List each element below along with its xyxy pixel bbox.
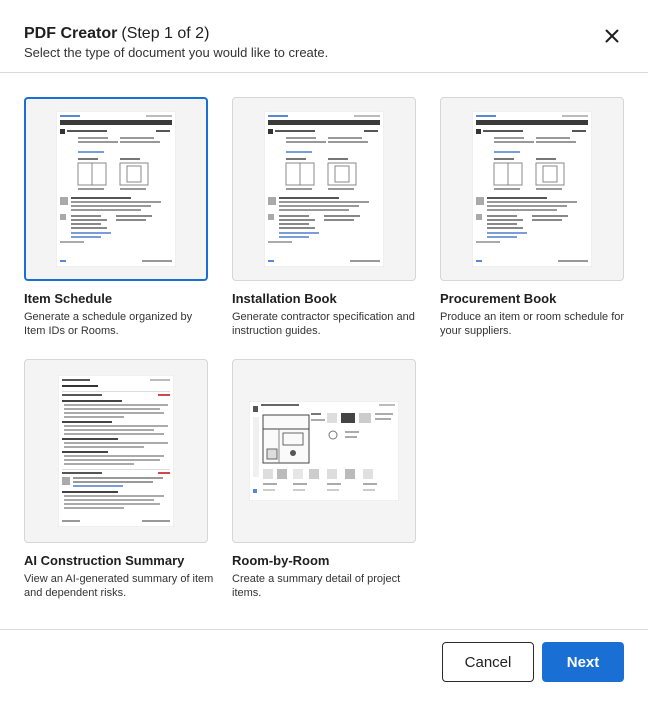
card-description: Create a summary detail of project items…	[232, 573, 401, 599]
room-by-room-thumbnail[interactable]	[232, 359, 416, 543]
dialog-title: PDF Creator (Step 1 of 2)	[24, 24, 209, 44]
card-description: Generate a schedule organized by Item ID…	[24, 311, 193, 337]
document-preview-icon	[56, 111, 176, 267]
card-title: Installation Book	[232, 291, 337, 306]
card-title: Item Schedule	[24, 291, 113, 306]
card-description: View an AI-generated summary of item and…	[24, 573, 214, 599]
dialog-title-text: PDF Creator	[24, 25, 118, 42]
dialog-subtitle: Select the type of document you would li…	[24, 45, 329, 60]
document-preview-icon	[472, 111, 592, 267]
cancel-button[interactable]: Cancel	[442, 642, 534, 682]
card-title: AI Construction Summary	[24, 553, 185, 568]
dialog-footer: Cancel Next	[0, 629, 648, 705]
step-indicator: (Step 1 of 2)	[121, 25, 210, 42]
next-button[interactable]: Next	[542, 642, 624, 682]
card-description: Generate contractor specification and in…	[232, 311, 415, 337]
ai-construction-summary-thumbnail[interactable]	[24, 359, 208, 543]
item-schedule-thumbnail[interactable]	[24, 97, 208, 281]
installation-book-thumbnail[interactable]	[232, 97, 416, 281]
card-title: Procurement Book	[440, 291, 557, 306]
close-button[interactable]	[598, 24, 626, 48]
dialog-header: PDF Creator (Step 1 of 2) Select the type…	[0, 0, 648, 73]
card-title: Room-by-Room	[232, 553, 330, 568]
document-preview-icon	[58, 375, 174, 527]
room-layout-preview-icon	[249, 401, 399, 501]
card-description: Produce an item or room schedule for you…	[440, 311, 625, 337]
close-icon	[605, 29, 619, 43]
procurement-book-thumbnail[interactable]	[440, 97, 624, 281]
document-preview-icon	[264, 111, 384, 267]
